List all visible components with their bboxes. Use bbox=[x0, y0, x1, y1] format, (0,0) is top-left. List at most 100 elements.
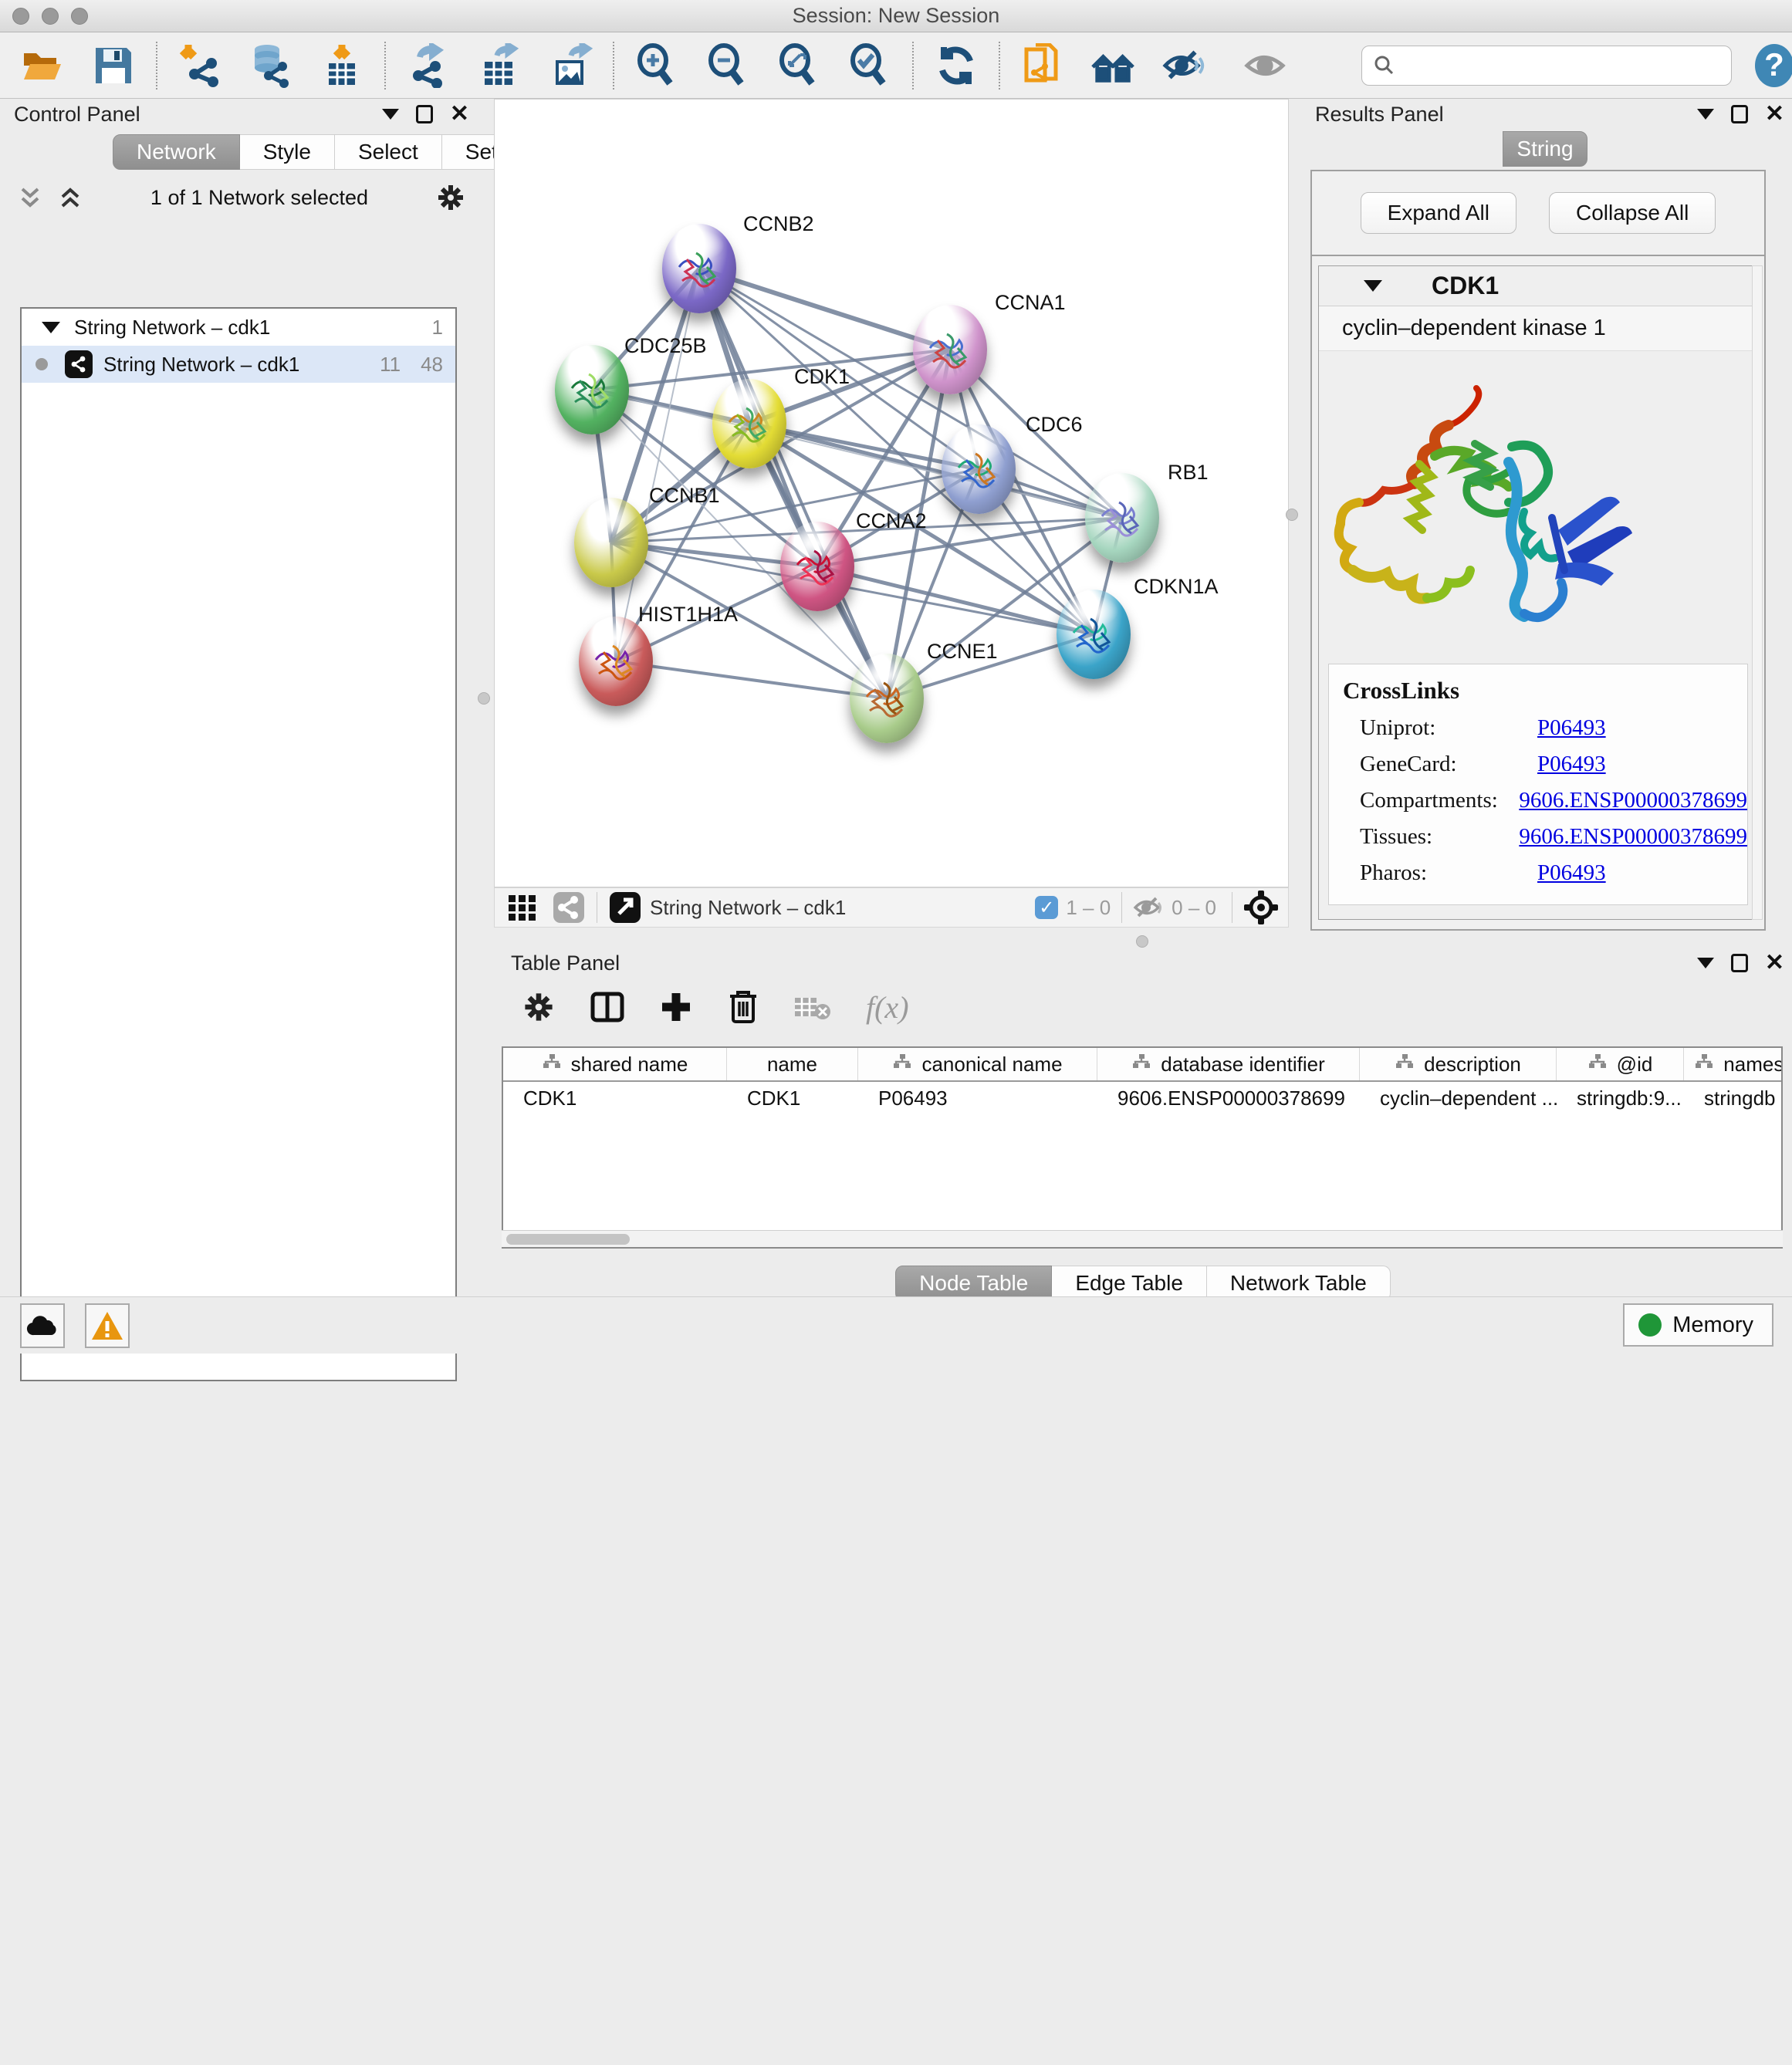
grid-view-icon[interactable] bbox=[505, 892, 539, 923]
table-panel-menu-icon[interactable] bbox=[1697, 958, 1714, 968]
save-session-button[interactable] bbox=[91, 43, 136, 88]
cloud-status-button[interactable] bbox=[20, 1303, 65, 1348]
table-options-gear-icon[interactable] bbox=[522, 990, 556, 1024]
control-panel-float-icon[interactable] bbox=[416, 105, 433, 123]
network-view-icon[interactable] bbox=[552, 891, 586, 924]
copy-network-button[interactable] bbox=[1020, 43, 1065, 88]
results-panel-float-icon[interactable] bbox=[1731, 105, 1748, 123]
zoom-out-button[interactable] bbox=[705, 43, 750, 88]
network-node-CDC25B[interactable] bbox=[555, 345, 629, 434]
network-options-gear-icon[interactable] bbox=[435, 182, 466, 213]
network-node-CCNB2[interactable] bbox=[662, 224, 736, 313]
column-header--id[interactable]: @id bbox=[1557, 1048, 1684, 1080]
table-cell[interactable]: stringdb bbox=[1684, 1082, 1783, 1114]
zoom-fit-button[interactable] bbox=[776, 43, 821, 88]
network-edge[interactable] bbox=[699, 269, 950, 350]
column-header-namespace[interactable]: namespace bbox=[1684, 1048, 1783, 1080]
network-node-CCNA1[interactable] bbox=[913, 305, 987, 394]
show-hidden-button[interactable] bbox=[1243, 43, 1287, 88]
results-panel-close-icon[interactable]: ✕ bbox=[1765, 103, 1784, 126]
open-session-button[interactable] bbox=[20, 43, 65, 88]
left-splitter-handle[interactable] bbox=[478, 692, 490, 705]
network-node-CCNA2[interactable] bbox=[780, 522, 854, 611]
network-node-CDK1[interactable] bbox=[712, 379, 786, 468]
birdseye-view-icon[interactable] bbox=[1243, 890, 1279, 925]
table-cell[interactable]: 9606.ENSP00000378699 bbox=[1097, 1082, 1360, 1114]
detach-view-icon[interactable] bbox=[608, 891, 642, 924]
column-header-database-identifier[interactable]: database identifier bbox=[1097, 1048, 1360, 1080]
node-table[interactable]: shared namenamecanonical namedatabase id… bbox=[502, 1046, 1783, 1249]
network-node-HIST1H1A[interactable] bbox=[579, 617, 653, 706]
protein-card-header[interactable]: CDK1 bbox=[1319, 266, 1757, 306]
show-all-networks-button[interactable] bbox=[1091, 43, 1136, 88]
column-header-description[interactable]: description bbox=[1360, 1048, 1557, 1080]
warnings-button[interactable] bbox=[85, 1303, 130, 1348]
tab-string[interactable]: String bbox=[1503, 131, 1587, 167]
table-panel-close-icon[interactable]: ✕ bbox=[1765, 951, 1784, 975]
network-edge[interactable] bbox=[616, 661, 887, 698]
export-table-button[interactable] bbox=[477, 43, 522, 88]
selected-counts[interactable]: ✓ 1 – 0 bbox=[1035, 896, 1111, 920]
hide-selected-button[interactable] bbox=[1162, 43, 1207, 88]
import-table-button[interactable] bbox=[320, 43, 364, 88]
crosslink-link[interactable]: P06493 bbox=[1537, 715, 1606, 741]
zoom-in-button[interactable] bbox=[634, 43, 679, 88]
network-node-CDC6[interactable] bbox=[942, 424, 1016, 514]
right-splitter-handle[interactable] bbox=[1286, 509, 1298, 521]
network-edges[interactable] bbox=[495, 100, 1288, 887]
network-collection-row[interactable]: String Network – cdk1 1 bbox=[22, 309, 455, 346]
import-network-button[interactable] bbox=[178, 43, 222, 88]
protein-collapse-caret[interactable] bbox=[1364, 280, 1382, 292]
collapse-all-icon[interactable] bbox=[17, 184, 43, 211]
network-node-CCNE1[interactable] bbox=[850, 654, 924, 743]
table-scrollbar-thumb[interactable] bbox=[506, 1234, 630, 1245]
export-image-button[interactable] bbox=[548, 43, 593, 88]
table-cell[interactable]: P06493 bbox=[858, 1082, 1097, 1114]
table-cell[interactable]: stringdb:9... bbox=[1557, 1082, 1684, 1114]
crosslink-link[interactable]: 9606.ENSP00000378699 bbox=[1519, 788, 1747, 813]
table-cell[interactable]: CDK1 bbox=[727, 1082, 858, 1114]
table-cell[interactable]: cyclin–dependent ... bbox=[1360, 1082, 1557, 1114]
export-network-button[interactable] bbox=[406, 43, 451, 88]
delete-column-icon[interactable] bbox=[727, 989, 759, 1026]
add-column-icon[interactable] bbox=[659, 990, 693, 1024]
expand-all-icon[interactable] bbox=[57, 184, 83, 211]
network-edge[interactable] bbox=[699, 269, 887, 698]
table-row[interactable]: CDK1CDK1P064939606.ENSP00000378699cyclin… bbox=[503, 1082, 1781, 1114]
network-canvas[interactable]: CCNB2CCNA1CDC25BCDK1CDC6RB1CCNB1CCNA2CDK… bbox=[494, 99, 1289, 887]
bottom-splitter-handle[interactable] bbox=[1136, 935, 1148, 948]
network-node-RB1[interactable] bbox=[1085, 473, 1159, 563]
column-header-name[interactable]: name bbox=[727, 1048, 858, 1080]
control-panel-close-icon[interactable]: ✕ bbox=[450, 103, 469, 126]
tree-expand-caret[interactable] bbox=[42, 322, 60, 333]
zoom-selected-button[interactable] bbox=[847, 43, 892, 88]
help-button[interactable]: ? bbox=[1753, 43, 1792, 88]
network-row[interactable]: String Network – cdk1 11 48 bbox=[22, 346, 455, 383]
crosslink-link[interactable]: P06493 bbox=[1537, 860, 1606, 886]
table-panel-float-icon[interactable] bbox=[1731, 954, 1748, 972]
crosslink-link[interactable]: 9606.ENSP00000378699 bbox=[1519, 824, 1747, 850]
results-scrollbar[interactable] bbox=[1752, 265, 1763, 920]
import-network-from-database-button[interactable] bbox=[249, 43, 293, 88]
tab-select[interactable]: Select bbox=[335, 134, 442, 170]
refresh-button[interactable] bbox=[934, 43, 979, 88]
search-field[interactable] bbox=[1361, 46, 1732, 86]
control-panel-menu-icon[interactable] bbox=[382, 109, 399, 120]
hidden-counts[interactable]: 0 – 0 bbox=[1133, 894, 1216, 921]
tab-network[interactable]: Network bbox=[113, 134, 240, 170]
table-horizontal-scrollbar[interactable] bbox=[502, 1230, 1783, 1247]
expand-all-button[interactable]: Expand All bbox=[1361, 192, 1516, 234]
results-panel-menu-icon[interactable] bbox=[1697, 109, 1714, 120]
collapse-all-button[interactable]: Collapse All bbox=[1549, 192, 1716, 234]
selection-checkbox-icon[interactable]: ✓ bbox=[1035, 896, 1058, 919]
show-columns-icon[interactable] bbox=[590, 989, 625, 1025]
tab-style[interactable]: Style bbox=[240, 134, 335, 170]
network-node-CCNB1[interactable] bbox=[574, 498, 648, 587]
network-node-CDKN1A[interactable] bbox=[1057, 590, 1131, 679]
search-input[interactable] bbox=[1396, 53, 1720, 77]
table-cell[interactable]: CDK1 bbox=[503, 1082, 727, 1114]
memory-button[interactable]: Memory bbox=[1623, 1303, 1773, 1347]
crosslink-link[interactable]: P06493 bbox=[1537, 752, 1606, 777]
column-header-canonical-name[interactable]: canonical name bbox=[858, 1048, 1097, 1080]
column-header-shared-name[interactable]: shared name bbox=[503, 1048, 727, 1080]
